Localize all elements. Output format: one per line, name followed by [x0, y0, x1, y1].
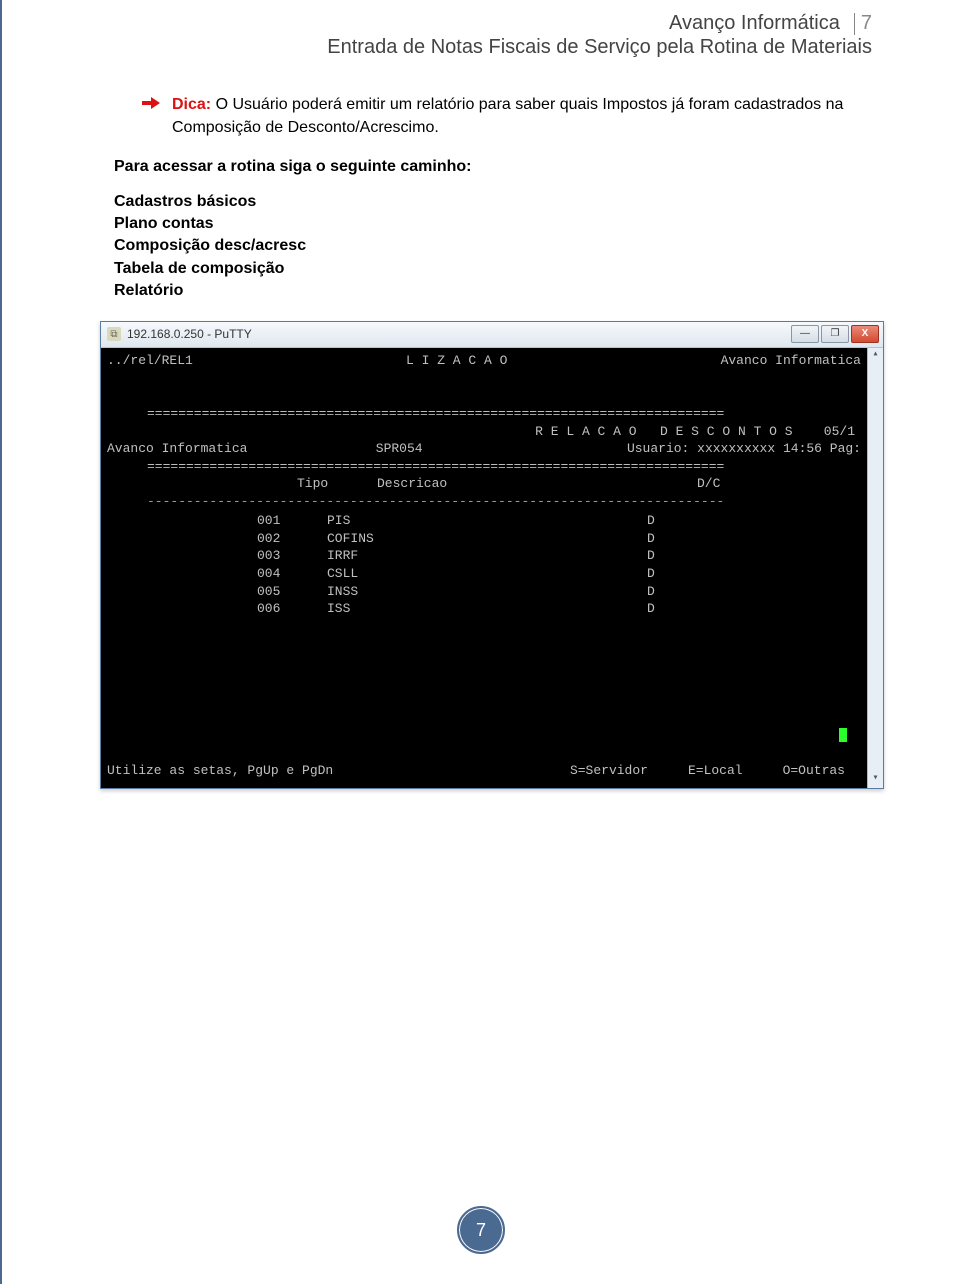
report-title: R E L A C A O D E S C O N T O S 05/1 [107, 423, 861, 441]
path-item: Relatório [114, 280, 860, 302]
cell-dc: D [647, 600, 655, 618]
terminal-area[interactable]: ../rel/REL1 L I Z A C A O Avanco Informa… [101, 348, 883, 788]
header-subtitle: Entrada de Notas Fiscais de Serviço pela… [92, 36, 872, 59]
page-number-badge: 7 [457, 1206, 505, 1254]
cell-desc: CSLL [327, 565, 647, 583]
header-page-number: 7 [861, 12, 872, 35]
footer-page-number: 7 [476, 1220, 486, 1241]
cell-desc: ISS [327, 600, 647, 618]
path-intro: Para acessar a rotina siga o seguinte ca… [114, 155, 860, 178]
cell-dc: D [647, 547, 655, 565]
maximize-button[interactable]: ❐ [821, 325, 849, 343]
cell-desc: IRRF [327, 547, 647, 565]
separator-double: ========================================… [147, 405, 861, 423]
scrollbar[interactable]: ▴ ▾ [867, 348, 883, 788]
report-user-info: Usuario: xxxxxxxxxx 14:56 Pag: [627, 440, 861, 458]
col-tipo: Tipo [297, 475, 377, 493]
footer-opt-e: E=Local [688, 762, 743, 780]
col-dc: D/C [697, 475, 720, 493]
cell-tipo: 005 [257, 583, 327, 601]
cell-dc: D [647, 565, 655, 583]
tip-text: O Usuário poderá emitir um relatório par… [172, 96, 843, 136]
scroll-up-icon[interactable]: ▴ [869, 348, 883, 362]
path-item: Tabela de composição [114, 258, 860, 280]
window-titlebar[interactable]: ⧉ 192.168.0.250 - PuTTY — ❐ X [101, 322, 883, 348]
footer-opt-o: O=Outras [783, 762, 845, 780]
path-item: Cadastros básicos [114, 191, 860, 213]
table-row: 006ISSD [107, 600, 861, 618]
footer-hint: Utilize as setas, PgUp e PgDn [107, 762, 333, 780]
arrow-right-icon [142, 96, 160, 110]
cell-tipo: 003 [257, 547, 327, 565]
path-item: Plano contas [114, 213, 860, 235]
table-row: 005INSSD [107, 583, 861, 601]
footer-opt-s: S=Servidor [570, 762, 648, 780]
cell-tipo: 004 [257, 565, 327, 583]
term-center-banner: L I Z A C A O [406, 352, 507, 370]
header-company: Avanço Informática [669, 12, 848, 35]
scroll-down-icon[interactable]: ▾ [869, 772, 883, 786]
header-divider [854, 13, 855, 35]
path-list: Cadastros básicos Plano contas Composiçã… [114, 191, 860, 303]
separator-dash: ----------------------------------------… [147, 493, 861, 511]
putty-icon: ⧉ [107, 327, 121, 341]
cell-desc: COFINS [327, 530, 647, 548]
table-row: 002COFINSD [107, 530, 861, 548]
path-item: Composição desc/acresc [114, 235, 860, 257]
cell-dc: D [647, 530, 655, 548]
window-title: 192.168.0.250 - PuTTY [127, 327, 252, 341]
cell-desc: INSS [327, 583, 647, 601]
table-row: 001PISD [107, 512, 861, 530]
column-headers: Tipo Descricao D/C [107, 475, 861, 493]
cell-tipo: 006 [257, 600, 327, 618]
table-row: 003IRRFD [107, 547, 861, 565]
report-code: SPR054 [376, 440, 423, 458]
putty-window: ⧉ 192.168.0.250 - PuTTY — ❐ X ../rel/REL… [100, 321, 884, 789]
minimize-button[interactable]: — [791, 325, 819, 343]
tip-label: Dica: [172, 96, 211, 113]
separator-double: ========================================… [147, 458, 861, 476]
cell-dc: D [647, 512, 655, 530]
close-button[interactable]: X [851, 325, 879, 343]
term-right-banner: Avanco Informatica [721, 352, 861, 370]
report-company: Avanco Informatica [107, 440, 247, 458]
cursor-icon [839, 728, 847, 742]
col-descricao: Descricao [377, 475, 697, 493]
terminal-footer: Utilize as setas, PgUp e PgDn S=Servidor… [107, 762, 845, 780]
cell-dc: D [647, 583, 655, 601]
term-path: ../rel/REL1 [107, 352, 193, 370]
page-header: Avanço Informática 7 Entrada de Notas Fi… [92, 12, 872, 59]
table-row: 004CSLLD [107, 565, 861, 583]
tip-block: Dica: O Usuário poderá emitir um relatór… [142, 93, 860, 139]
cell-desc: PIS [327, 512, 647, 530]
cell-tipo: 001 [257, 512, 327, 530]
cell-tipo: 002 [257, 530, 327, 548]
